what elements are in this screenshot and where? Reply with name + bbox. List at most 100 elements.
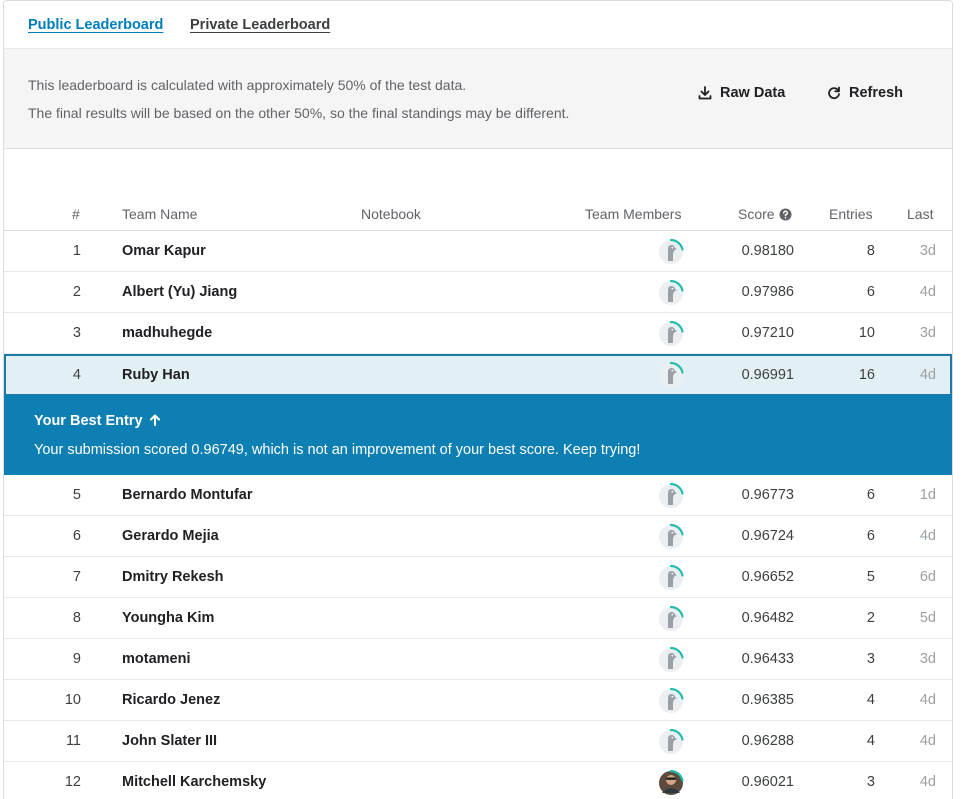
default-avatar[interactable] xyxy=(656,237,686,267)
team-name-link[interactable]: Omar Kapur xyxy=(122,231,206,272)
arrow-up-icon xyxy=(149,414,160,426)
table-row: 7 Dmitry Rekesh 0.96652 5 6d xyxy=(4,557,952,598)
team-name-link[interactable]: John Slater III xyxy=(122,721,217,762)
last-cell: 4d xyxy=(919,774,936,790)
default-avatar[interactable] xyxy=(656,522,686,552)
rank-cell: 9 xyxy=(72,651,81,667)
entries-cell: 8 xyxy=(866,243,875,259)
last-cell: 3d xyxy=(919,325,936,341)
score-cell: 0.96288 xyxy=(741,733,794,749)
entries-cell: 16 xyxy=(858,367,875,383)
table-row: 12 Mitchell Karchemsky 0.96021 3 4d xyxy=(4,762,952,799)
best-entry-message: Your submission scored 0.96749, which is… xyxy=(34,442,641,458)
entries-cell: 4 xyxy=(866,692,875,708)
rank-cell: 6 xyxy=(72,528,81,544)
tab-public-leaderboard[interactable]: Public Leaderboard xyxy=(28,17,163,33)
team-name-link[interactable]: Ricardo Jenez xyxy=(122,680,220,721)
default-avatar[interactable] xyxy=(656,645,686,675)
score-cell: 0.96773 xyxy=(741,487,794,503)
best-entry-title[interactable]: Your Best Entry xyxy=(34,413,161,429)
best-entry-banner: Your Best Entry Your submission scored 0… xyxy=(4,395,952,475)
team-name-link[interactable]: Bernardo Montufar xyxy=(122,475,253,516)
entries-cell: 6 xyxy=(866,284,875,300)
entries-cell: 4 xyxy=(866,733,875,749)
entries-cell: 2 xyxy=(866,610,875,626)
raw-data-button[interactable]: Raw Data xyxy=(698,85,785,101)
rank-cell: 2 xyxy=(72,284,81,300)
score-cell: 0.97210 xyxy=(741,325,794,341)
score-cell: 0.96433 xyxy=(741,651,794,667)
score-cell: 0.96021 xyxy=(741,774,794,790)
table-row: 10 Ricardo Jenez 0.96385 4 4d xyxy=(4,680,952,721)
rank-cell: 10 xyxy=(64,692,81,708)
entries-cell: 5 xyxy=(866,569,875,585)
default-avatar[interactable] xyxy=(656,686,686,716)
team-name-link[interactable]: Youngha Kim xyxy=(122,598,214,639)
last-cell: 1d xyxy=(919,487,936,503)
table-row: 5 Bernardo Montufar 0.96773 6 1d xyxy=(4,475,952,516)
download-icon xyxy=(698,86,712,100)
rank-cell: 5 xyxy=(72,487,81,503)
last-cell: 3d xyxy=(919,243,936,259)
rank-cell: 1 xyxy=(72,243,81,259)
table-row: 6 Gerardo Mejia 0.96724 6 4d xyxy=(4,516,952,557)
team-name-link[interactable]: Mitchell Karchemsky xyxy=(122,762,266,799)
score-cell: 0.96724 xyxy=(741,528,794,544)
table-row: 2 Albert (Yu) Jiang 0.97986 6 4d xyxy=(4,272,952,313)
score-cell: 0.97986 xyxy=(741,284,794,300)
team-name-link[interactable]: motameni xyxy=(122,639,191,680)
column-header-score[interactable]: Score xyxy=(738,206,792,222)
entries-cell: 6 xyxy=(866,528,875,544)
default-avatar[interactable] xyxy=(656,319,686,349)
help-icon[interactable] xyxy=(779,208,792,221)
table-row: 11 John Slater III 0.96288 4 4d xyxy=(4,721,952,762)
refresh-icon xyxy=(828,86,840,100)
rank-cell: 12 xyxy=(64,774,81,790)
last-cell: 4d xyxy=(919,733,936,749)
table-row: 1 Omar Kapur 0.98180 8 3d xyxy=(4,231,952,272)
last-cell: 4d xyxy=(919,284,936,300)
info-text-line-1: This leaderboard is calculated with appr… xyxy=(28,77,467,93)
column-header-team-members: Team Members xyxy=(585,206,682,222)
default-avatar[interactable] xyxy=(656,563,686,593)
table-row: 9 motameni 0.96433 3 3d xyxy=(4,639,952,680)
score-cell: 0.98180 xyxy=(741,243,794,259)
rank-cell: 7 xyxy=(72,569,81,585)
team-name-link[interactable]: Ruby Han xyxy=(122,355,190,396)
rank-cell: 8 xyxy=(72,610,81,626)
info-text-line-2: The final results will be based on the o… xyxy=(28,105,570,121)
entries-cell: 10 xyxy=(858,325,875,341)
score-cell: 0.96482 xyxy=(741,610,794,626)
column-header-notebook: Notebook xyxy=(361,206,421,222)
leaderboard-info-box: This leaderboard is calculated with appr… xyxy=(4,49,952,149)
column-header-team-name: Team Name xyxy=(122,206,198,222)
table-row-current-user: 4 Ruby Han 0.96991 16 4d xyxy=(4,354,952,396)
rank-cell: 3 xyxy=(72,325,81,341)
entries-cell: 3 xyxy=(866,774,875,790)
default-avatar[interactable] xyxy=(656,727,686,757)
team-name-link[interactable]: madhuhegde xyxy=(122,313,212,354)
refresh-button[interactable]: Refresh xyxy=(827,85,903,101)
column-header-rank: # xyxy=(72,206,80,222)
column-header-score-label: Score xyxy=(738,206,775,222)
score-cell: 0.96991 xyxy=(741,367,794,383)
table-row: 8 Youngha Kim 0.96482 2 5d xyxy=(4,598,952,639)
user-avatar[interactable] xyxy=(656,768,686,798)
entries-cell: 3 xyxy=(866,651,875,667)
team-name-link[interactable]: Dmitry Rekesh xyxy=(122,557,224,598)
table-row: 3 madhuhegde 0.97210 10 3d xyxy=(4,313,952,354)
best-entry-title-text: Your Best Entry xyxy=(34,413,143,429)
default-avatar[interactable] xyxy=(656,481,686,511)
column-header-last: Last xyxy=(907,206,934,222)
team-name-link[interactable]: Albert (Yu) Jiang xyxy=(122,272,237,313)
default-avatar[interactable] xyxy=(656,604,686,634)
raw-data-label: Raw Data xyxy=(720,85,786,101)
rank-cell: 4 xyxy=(72,367,81,383)
team-name-link[interactable]: Gerardo Mejia xyxy=(122,516,219,557)
last-cell: 4d xyxy=(919,692,936,708)
default-avatar[interactable] xyxy=(656,360,686,390)
last-cell: 6d xyxy=(919,569,936,585)
default-avatar[interactable] xyxy=(656,278,686,308)
tab-private-leaderboard[interactable]: Private Leaderboard xyxy=(190,17,330,33)
leaderboard-panel: Public Leaderboard Private Leaderboard T… xyxy=(3,0,953,799)
